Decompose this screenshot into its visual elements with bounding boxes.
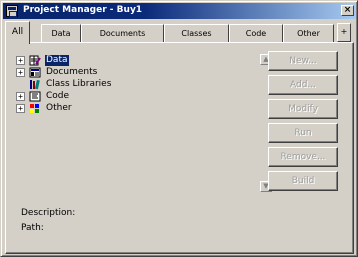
- tree-item-code[interactable]: + Code: [16, 90, 70, 102]
- tree-item-label: Other: [46, 102, 72, 113]
- title-bar[interactable]: Project Manager - Buy1 ×: [3, 3, 356, 19]
- class-libraries-icon: [29, 79, 41, 90]
- project-manager-icon: [6, 5, 18, 17]
- new-button[interactable]: New...: [268, 51, 338, 71]
- description-label: Description:: [21, 208, 76, 218]
- tab-other[interactable]: Other: [283, 24, 334, 43]
- window-title: Project Manager - Buy1: [23, 5, 143, 15]
- project-manager-window: Project Manager - Buy1 × All Data Docume…: [0, 0, 358, 257]
- tree-item-label: Documents: [46, 66, 98, 77]
- tree-item-class-libraries[interactable]: Class Libraries: [16, 78, 112, 90]
- tab-all[interactable]: All: [5, 21, 30, 44]
- add-button[interactable]: Add...: [268, 75, 338, 95]
- code-icon: [29, 91, 41, 102]
- tree-item-documents[interactable]: + Documents: [16, 66, 98, 78]
- documents-icon: [29, 67, 41, 78]
- expand-icon: [16, 80, 25, 89]
- expand-icon[interactable]: +: [16, 103, 25, 113]
- tree-item-label: Data: [45, 54, 69, 66]
- tab-code[interactable]: Code: [229, 24, 283, 43]
- build-button[interactable]: Build: [268, 171, 338, 191]
- modify-button[interactable]: Modify: [268, 99, 338, 119]
- expand-icon[interactable]: +: [16, 91, 25, 101]
- expand-icon[interactable]: +: [16, 55, 25, 65]
- tab-data[interactable]: Data: [41, 24, 81, 43]
- tab-strip: All Data Documents Classes Code Other +: [5, 21, 355, 44]
- data-icon: [29, 55, 41, 66]
- tab-classes[interactable]: Classes: [164, 24, 229, 43]
- run-button[interactable]: Run: [268, 123, 338, 143]
- remove-button[interactable]: Remove...: [268, 147, 338, 167]
- tree-item-label: Code: [46, 90, 70, 101]
- path-label: Path:: [21, 223, 44, 233]
- tab-scroll-button[interactable]: +: [337, 23, 351, 42]
- tree-item-other[interactable]: + Other: [16, 102, 73, 114]
- close-button[interactable]: ×: [341, 5, 354, 16]
- tree-item-data[interactable]: + Data: [16, 54, 69, 66]
- project-tree[interactable]: + Data + Documents Class Libraries + Cod…: [16, 50, 272, 194]
- tab-panel: + Data + Documents Class Libraries + Cod…: [5, 42, 354, 254]
- tab-documents[interactable]: Documents: [81, 24, 164, 43]
- tree-item-label: Class Libraries: [46, 78, 112, 89]
- expand-icon[interactable]: +: [16, 67, 25, 77]
- other-icon: [29, 103, 41, 114]
